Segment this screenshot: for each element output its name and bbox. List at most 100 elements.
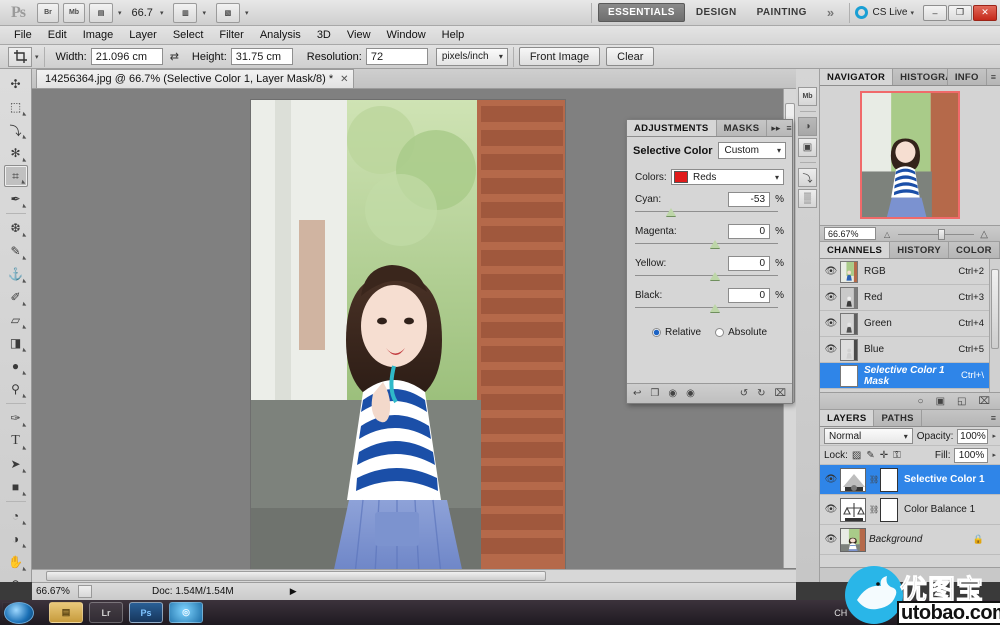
arrange-caret-icon[interactable]: ▾ bbox=[245, 9, 249, 17]
document-tab[interactable]: 14256364.jpg @ 66.7% (Selective Color 1,… bbox=[36, 69, 354, 88]
workspace-design[interactable]: DESIGN bbox=[687, 4, 746, 21]
navigator-body[interactable]: 66.67% △ △ bbox=[820, 86, 1000, 241]
eye-icon[interactable]: 👁 bbox=[822, 504, 840, 515]
layers-panel-menu-icon[interactable]: ≡ bbox=[987, 410, 1000, 426]
canvas-horizontal-scroll-thumb[interactable] bbox=[46, 571, 546, 581]
adjustments-dock-icon[interactable]: ◑ bbox=[798, 117, 817, 136]
delete-channel-icon[interactable]: ⌧ bbox=[978, 396, 990, 407]
black-slider-track[interactable] bbox=[635, 305, 784, 317]
eye-icon[interactable]: 👁 bbox=[822, 474, 840, 485]
tab-history[interactable]: HISTORY bbox=[890, 242, 949, 258]
magenta-slider-thumb[interactable] bbox=[710, 240, 720, 248]
gradient-tool[interactable]: ◨◣ bbox=[4, 332, 28, 354]
layer-mask-thumbnail[interactable] bbox=[880, 468, 898, 492]
resolution-input[interactable]: 72 bbox=[366, 48, 428, 65]
reset-adjustment-icon[interactable]: ↻ bbox=[757, 388, 765, 399]
channels-scroll-thumb[interactable] bbox=[991, 269, 999, 349]
quick-selection-tool[interactable]: ✻◣ bbox=[4, 142, 28, 164]
fill-input[interactable]: 100% bbox=[954, 448, 988, 463]
absolute-radio[interactable]: Absolute bbox=[715, 327, 767, 338]
layer-row-background[interactable]: 👁 Background 🔒 bbox=[820, 525, 1000, 555]
lock-all-icon[interactable]: ⚿ bbox=[893, 450, 901, 461]
taskbar-photoshop[interactable]: Ps bbox=[129, 602, 163, 623]
cyan-slider-thumb[interactable] bbox=[666, 208, 676, 216]
menu-3d[interactable]: 3D bbox=[309, 27, 339, 43]
tray-printer-icon[interactable]: ⎙ bbox=[855, 607, 862, 618]
menu-edit[interactable]: Edit bbox=[40, 27, 75, 43]
workspace-essentials[interactable]: ESSENTIALS bbox=[598, 3, 685, 22]
close-icon[interactable]: ✕ bbox=[340, 74, 348, 85]
lock-image-pixels-icon[interactable]: ✎ bbox=[866, 450, 874, 461]
opacity-stepper[interactable]: ▸ bbox=[992, 432, 996, 440]
clear-button[interactable]: Clear bbox=[606, 47, 654, 66]
channel-row-green[interactable]: 👁 Green Ctrl+4 bbox=[820, 311, 1000, 337]
tab-paths[interactable]: PATHS bbox=[874, 410, 921, 426]
absolute-radio-icon[interactable] bbox=[715, 328, 724, 337]
crop-tool-icon[interactable] bbox=[8, 47, 32, 67]
height-input[interactable]: 31.75 cm bbox=[231, 48, 293, 65]
delete-adjustment-layer-icon[interactable]: ⌧ bbox=[774, 388, 786, 399]
relative-radio[interactable]: Relative bbox=[652, 327, 701, 338]
brush-tool[interactable]: ✎◣ bbox=[4, 240, 28, 262]
view-extras-icon[interactable]: ▤ bbox=[89, 3, 113, 23]
lock-position-icon[interactable]: ✛ bbox=[880, 450, 888, 461]
magenta-value-input[interactable]: 0 bbox=[728, 224, 770, 239]
arrange-documents-icon[interactable]: ▧ bbox=[216, 3, 240, 23]
tool-preset-caret-icon[interactable]: ▾ bbox=[35, 53, 39, 61]
eye-icon[interactable]: 👁 bbox=[822, 534, 840, 545]
layer-row-color-balance-1[interactable]: 👁 ⛓ Color Balance 1 bbox=[820, 495, 1000, 525]
marquee-tool[interactable]: ⬚◣ bbox=[4, 96, 28, 118]
menu-select[interactable]: Select bbox=[165, 27, 212, 43]
view-extras-caret-icon[interactable]: ▾ bbox=[118, 9, 122, 17]
screen-mode-icon[interactable]: ▥ bbox=[173, 3, 197, 23]
width-input[interactable]: 21.096 cm bbox=[91, 48, 163, 65]
front-image-button[interactable]: Front Image bbox=[519, 47, 600, 66]
crop-tool[interactable]: ⌗◣ bbox=[4, 165, 28, 187]
screen-mode-caret-icon[interactable]: ▾ bbox=[202, 9, 206, 17]
menu-view[interactable]: View bbox=[339, 27, 379, 43]
cyan-value-input[interactable]: -53 bbox=[728, 192, 770, 207]
path-selection-tool[interactable]: ➤◣ bbox=[4, 453, 28, 475]
colors-select[interactable]: Reds bbox=[671, 169, 784, 185]
navigator-panel-menu-icon[interactable]: ≡ bbox=[987, 69, 1000, 85]
navigator-thumbnail[interactable] bbox=[860, 91, 960, 219]
magenta-slider-track[interactable] bbox=[635, 241, 784, 253]
tray-help-icon[interactable]: ? bbox=[871, 606, 884, 619]
restore-button[interactable]: ❐ bbox=[948, 5, 972, 21]
status-zoom-value[interactable]: 66.67% bbox=[32, 586, 78, 597]
menu-filter[interactable]: Filter bbox=[211, 27, 251, 43]
navigator-zoom-input[interactable]: 66.67% bbox=[824, 227, 876, 240]
menu-layer[interactable]: Layer bbox=[121, 27, 165, 43]
menu-help[interactable]: Help bbox=[434, 27, 473, 43]
pen-tool[interactable]: ✑◣ bbox=[4, 407, 28, 429]
yellow-value-input[interactable]: 0 bbox=[728, 256, 770, 271]
tab-navigator[interactable]: NAVIGATOR bbox=[820, 69, 893, 85]
3d-rotate-tool[interactable]: ◔◣ bbox=[4, 505, 28, 527]
tab-color[interactable]: COLOR bbox=[949, 242, 1000, 258]
spot-healing-brush-tool[interactable]: ❆◣ bbox=[4, 217, 28, 239]
workspace-more-icon[interactable]: » bbox=[818, 2, 844, 23]
lock-transparent-pixels-icon[interactable]: ▨ bbox=[852, 450, 861, 461]
canvas-horizontal-scrollbar[interactable] bbox=[32, 569, 796, 582]
swatches-dock-icon[interactable]: ▒ bbox=[798, 189, 817, 208]
eye-icon[interactable]: 👁 bbox=[822, 318, 840, 329]
3d-orbit-tool[interactable]: ◑◣ bbox=[4, 528, 28, 550]
close-button[interactable]: ✕ bbox=[973, 5, 997, 21]
channel-row-rgb[interactable]: 👁 RGB Ctrl+2 bbox=[820, 259, 1000, 285]
channel-row-selective-color-mask[interactable]: Selective Color 1 Mask Ctrl+\ bbox=[820, 363, 1000, 389]
zoom-level-display[interactable]: 66.7 bbox=[132, 7, 153, 19]
mini-bridge-icon[interactable]: Mb bbox=[63, 3, 85, 23]
reset-previous-state-icon[interactable]: ↺ bbox=[740, 388, 748, 399]
dodge-tool[interactable]: ⚲◣ bbox=[4, 378, 28, 400]
masks-dock-icon[interactable]: ▣ bbox=[798, 138, 817, 157]
minimize-button[interactable]: – bbox=[923, 5, 947, 21]
black-value-input[interactable]: 0 bbox=[728, 288, 770, 303]
navigator-slider-knob[interactable] bbox=[938, 229, 945, 240]
eye-icon[interactable]: 👁 bbox=[822, 292, 840, 303]
clone-stamp-tool[interactable]: ⚓◣ bbox=[4, 263, 28, 285]
zoom-out-icon[interactable]: △ bbox=[884, 230, 890, 239]
document-image[interactable] bbox=[250, 99, 566, 573]
channel-row-blue[interactable]: 👁 Blue Ctrl+5 bbox=[820, 337, 1000, 363]
layer-thumbnail[interactable] bbox=[840, 528, 866, 552]
clip-to-layer-icon[interactable]: ❐ bbox=[650, 388, 659, 399]
